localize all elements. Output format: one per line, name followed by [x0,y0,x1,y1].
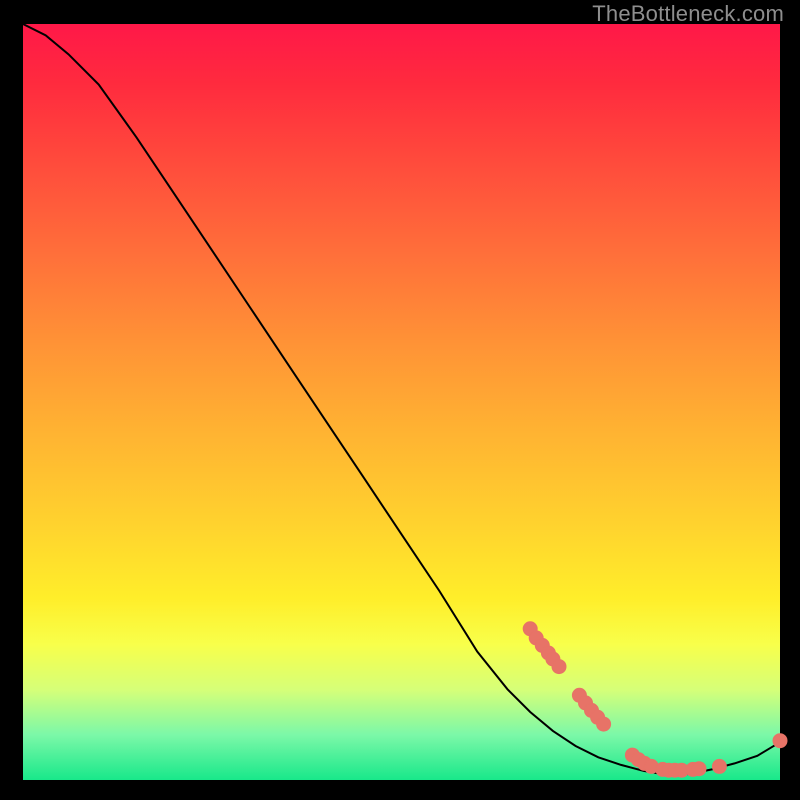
watermark-text: TheBottleneck.com [592,1,784,27]
bottleneck-curve [23,24,780,775]
data-point [773,734,787,748]
data-point [712,759,726,773]
chart-svg [23,24,780,780]
data-point [552,660,566,674]
chart-stage: TheBottleneck.com [0,0,800,800]
data-point [597,717,611,731]
data-point [692,762,706,776]
chart-data-points [523,622,787,777]
